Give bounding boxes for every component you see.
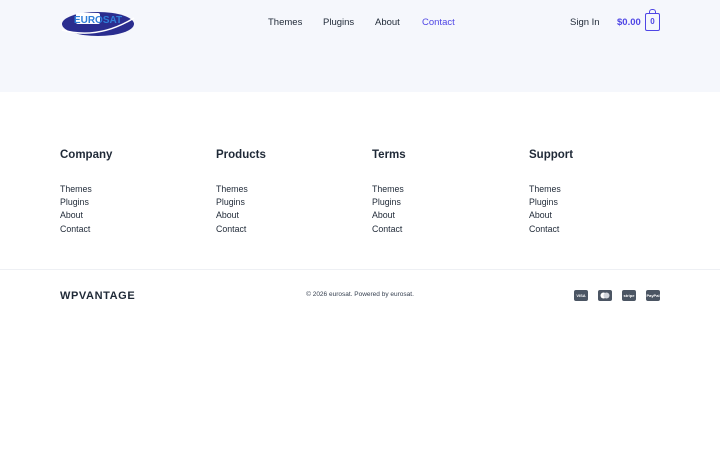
nav-contact[interactable]: Contact xyxy=(422,17,455,28)
cart-count: 0 xyxy=(650,17,655,26)
footer-link[interactable]: Themes xyxy=(372,183,512,196)
footer-link[interactable]: Contact xyxy=(529,223,669,236)
footer-divider xyxy=(0,269,720,270)
site-header: EUROSAT Themes Plugins About Contact Sig… xyxy=(0,0,720,92)
footer-link[interactable]: Themes xyxy=(529,183,669,196)
cart-icon[interactable]: 0 xyxy=(645,9,660,31)
footer-link[interactable]: Plugins xyxy=(372,196,512,209)
footer-column-support: Support Themes Plugins About Contact xyxy=(529,149,669,236)
footer-link[interactable]: Contact xyxy=(372,223,512,236)
footer-link[interactable]: About xyxy=(60,209,200,222)
paypal-icon: PayPal xyxy=(646,290,660,301)
footer-link[interactable]: Themes xyxy=(60,183,200,196)
footer-link[interactable]: Themes xyxy=(216,183,356,196)
nav-plugins[interactable]: Plugins xyxy=(323,17,354,28)
footer-column-title: Products xyxy=(216,149,266,161)
footer-link[interactable]: Plugins xyxy=(529,196,669,209)
footer-link[interactable]: Contact xyxy=(216,223,356,236)
nav-about[interactable]: About xyxy=(375,17,400,28)
footer-column-terms: Terms Themes Plugins About Contact xyxy=(372,149,512,236)
footer-link[interactable]: About xyxy=(372,209,512,222)
footer-column-title: Terms xyxy=(372,149,406,161)
footer-column-title: Support xyxy=(529,149,574,161)
sign-in-link[interactable]: Sign In xyxy=(570,17,600,28)
footer-link[interactable]: Contact xyxy=(60,223,200,236)
footer-link[interactable]: Plugins xyxy=(216,196,356,209)
cart-total[interactable]: $0.00 xyxy=(617,17,641,28)
footer-column-title: Company xyxy=(60,149,113,161)
footer-column-products: Products Themes Plugins About Contact xyxy=(216,149,356,236)
mastercard-icon xyxy=(598,290,612,301)
footer-link[interactable]: About xyxy=(216,209,356,222)
footer-link[interactable]: Plugins xyxy=(60,196,200,209)
eurosat-logo[interactable]: EUROSAT xyxy=(60,10,136,38)
nav-themes[interactable]: Themes xyxy=(268,17,302,28)
visa-icon: VISA xyxy=(574,290,588,301)
footer-link[interactable]: About xyxy=(529,209,669,222)
copyright-text: © 2026 eurosat. Powered by eurosat. xyxy=(306,291,414,298)
footer-column-company: Company Themes Plugins About Contact xyxy=(60,149,200,236)
stripe-icon: stripe xyxy=(622,290,636,301)
svg-text:EUROSAT: EUROSAT xyxy=(74,15,122,26)
